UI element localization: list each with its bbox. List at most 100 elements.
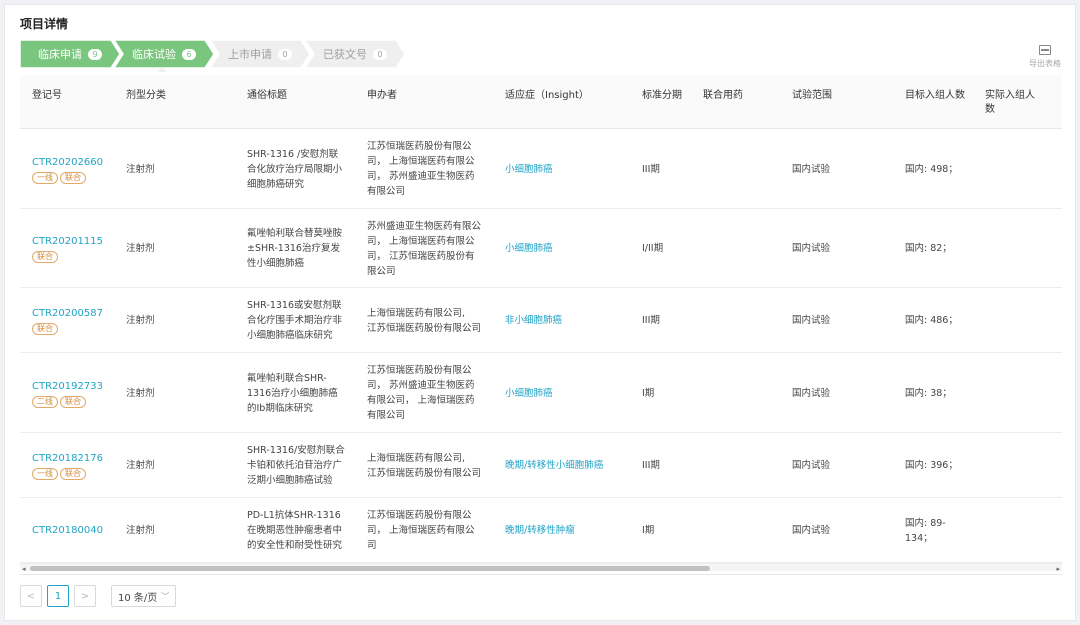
cell-combination: [703, 209, 783, 288]
export-table-icon: [1039, 45, 1051, 55]
tag-list: 联合: [32, 323, 103, 335]
page-size-select[interactable]: 10 条/页 ﹀: [111, 585, 177, 607]
page-1-button[interactable]: 1: [47, 585, 69, 607]
registration-number-link[interactable]: CTR20200587: [32, 306, 103, 321]
column-header: 通俗标题: [247, 90, 287, 101]
registration-number-link[interactable]: CTR20182176: [32, 451, 103, 466]
pagination: < 1 > 10 条/页 ﹀: [20, 585, 177, 607]
cell-indication: 小细胞肺癌: [505, 209, 635, 288]
dosage-form: 注射剂: [126, 315, 155, 326]
title-line: 1316治疗小细胞肺癌: [247, 387, 338, 399]
cell-title: 氟唑帕利联合SHR- 1316治疗小细胞肺癌 的Ib期临床研究: [247, 353, 362, 433]
cell-dosage-form: 注射剂: [126, 209, 236, 288]
table-row[interactable]: CTR20200587 联合 注射剂 SHR-1316或安慰剂联 合化疗围手术期治疗非小…: [20, 288, 1062, 353]
title-line: 氟唑帕利联合替莫唑胺: [247, 228, 343, 239]
cell-registration: CTR20182176 一线 联合: [32, 433, 122, 498]
table-header: 登记号 剂型分类 通俗标题 申办者 适应症（Insight） 标准分期 联合用药 试验范围 目标…: [20, 75, 1062, 129]
registration-number-link[interactable]: CTR20180040: [32, 523, 103, 538]
cell-title: PD-L1抗体SHR-1316 在晚期恶性肿瘤患者中 的安全性和耐受性研究: [247, 498, 362, 563]
trial-scope: 国内试验: [792, 243, 831, 254]
export-label: 导出表格: [1029, 59, 1061, 68]
phase: I/II期: [642, 243, 664, 254]
title-line: 合化疗围手术期治疗非: [247, 315, 343, 326]
title-line: SHR-1316或安慰剂联: [247, 300, 342, 311]
cell-title: SHR-1316 /安慰剂联 合化放疗治疗局限期小 细胞肺癌研究: [247, 129, 362, 209]
target-line: 国内: 82；: [905, 243, 952, 254]
sponsor-line: 司， 上海恒瑞医药有限公: [367, 525, 475, 536]
title-line: 性小细胞肺癌: [247, 258, 305, 269]
prev-page-button[interactable]: <: [20, 585, 42, 607]
cell-registration: CTR20200587 联合: [32, 288, 122, 353]
tab-stage-1[interactable]: 临床申请 9: [20, 40, 120, 68]
cell-indication: 晚期/转移性小细胞肺癌: [505, 433, 635, 498]
sponsor-line: 江苏恒瑞医药股份有限公司: [367, 467, 482, 479]
cell-target-enrollment: 国内: 486；: [905, 288, 975, 353]
active-tab-caret: [157, 67, 167, 72]
column-header: 登记号: [32, 90, 62, 101]
cell-dosage-form: 注射剂: [126, 353, 236, 433]
cell-phase: III期: [642, 288, 697, 353]
export-table-button[interactable]: 导出表格: [1029, 45, 1061, 69]
indication-link[interactable]: 非小细胞肺癌: [505, 315, 562, 326]
registration-number-link[interactable]: CTR20201115: [32, 234, 103, 249]
cell-actual-enrollment: [985, 498, 1045, 563]
cell-target-enrollment: 国内: 38；: [905, 353, 975, 433]
stage-tabs: 临床申请 9 临床试验 6 上市申请 0 已获文号 0: [20, 40, 405, 68]
cell-registration: CTR20202660 一线 联合: [32, 129, 122, 209]
trial-scope: 国内试验: [792, 163, 831, 175]
sponsor-line: 有限公司: [367, 410, 406, 421]
indication-link[interactable]: 晚期/转移性肿瘤: [505, 525, 575, 536]
indication-link[interactable]: 小细胞肺癌: [505, 164, 553, 175]
table-row[interactable]: CTR20180040 注射剂 PD-L1抗体SHR-1316 在晚期恶性肿瘤患者中的…: [20, 498, 1062, 563]
phase: III期: [642, 460, 660, 471]
cell-actual-enrollment: [985, 209, 1045, 288]
tab-stage-4[interactable]: 已获文号 0: [305, 40, 405, 68]
page-size-label: 10 条/页: [118, 592, 158, 604]
cell-indication: 非小细胞肺癌: [505, 288, 635, 353]
tab-count-badge: 9: [88, 48, 102, 60]
cell-target-enrollment: 国内: 89- 134；: [905, 498, 975, 563]
cell-indication: 小细胞肺癌: [505, 129, 635, 209]
dosage-form: 注射剂: [126, 163, 155, 175]
title-line: 的Ib期临床研究: [247, 402, 313, 414]
table-row[interactable]: CTR20202660 一线 联合 注射剂 SHR-1316 /安慰剂联 合化放疗治疗局限…: [20, 129, 1062, 209]
cell-sponsor: 苏州盛迪亚生物医药有限公 司， 上海恒瑞医药有限公 司， 江苏恒瑞医药股份有 限公司: [367, 209, 497, 288]
cell-target-enrollment: 国内: 498；: [905, 129, 975, 209]
indication-link[interactable]: 晚期/转移性小细胞肺癌: [505, 460, 603, 471]
tab-label: 上市申请: [228, 48, 272, 61]
horizontal-scrollbar[interactable]: ◂ ▸: [20, 563, 1062, 573]
scroll-right-icon[interactable]: ▸: [1056, 565, 1060, 573]
cell-title: SHR-1316/安慰剂联合 卡铂和依托泊苷治疗广 泛期小细胞肺癌试验: [247, 433, 362, 498]
scroll-thumb[interactable]: [30, 566, 710, 571]
registration-number-link[interactable]: CTR20192733: [32, 379, 103, 394]
title-line: 在晚期恶性肿瘤患者中: [247, 525, 343, 536]
cell-scope: 国内试验: [792, 209, 892, 288]
cell-dosage-form: 注射剂: [126, 433, 236, 498]
title-line: SHR-1316/安慰剂联合: [247, 445, 345, 456]
sponsor-line: 司， 苏州盛迪亚生物医药: [367, 171, 475, 182]
cell-registration: CTR20180040: [32, 498, 122, 563]
sponsor-line: 司， 上海恒瑞医药有限公: [367, 235, 475, 247]
scroll-left-icon[interactable]: ◂: [22, 565, 26, 573]
tag-badge: 联合: [60, 171, 86, 184]
tab-stage-3[interactable]: 上市申请 0: [210, 40, 310, 68]
tab-label: 临床试验: [132, 48, 176, 61]
table-row[interactable]: CTR20182176 一线 联合 注射剂 SHR-1316/安慰剂联合 卡铂和依托泊苷治…: [20, 433, 1062, 498]
title-line: 细胞肺癌研究: [247, 178, 305, 190]
registration-number-link[interactable]: CTR20202660: [32, 155, 103, 170]
table-row[interactable]: CTR20201115 联合 注射剂 氟唑帕利联合替莫唑胺 ±SHR-1316治疗复发性…: [20, 209, 1062, 288]
column-header: 联合用药: [703, 90, 743, 101]
table-row[interactable]: CTR20192733 二线 联合 注射剂 氟唑帕利联合SHR- 1316治疗小细胞肺癌的…: [20, 353, 1062, 433]
trial-scope: 国内试验: [792, 387, 831, 399]
target-line: 国内: 486；: [905, 315, 958, 326]
phase: I期: [642, 387, 655, 399]
indication-link[interactable]: 小细胞肺癌: [505, 388, 553, 399]
sponsor-line: 司， 上海恒瑞医药有限公: [367, 156, 475, 167]
tab-stage-2[interactable]: 临床试验 6: [114, 40, 214, 68]
next-page-button[interactable]: >: [74, 585, 96, 607]
indication-link[interactable]: 小细胞肺癌: [505, 243, 553, 254]
cell-actual-enrollment: [985, 129, 1045, 209]
cell-actual-enrollment: [985, 433, 1045, 498]
cell-phase: I期: [642, 353, 697, 433]
sponsor-line: 司， 江苏恒瑞医药股份有: [367, 250, 475, 262]
